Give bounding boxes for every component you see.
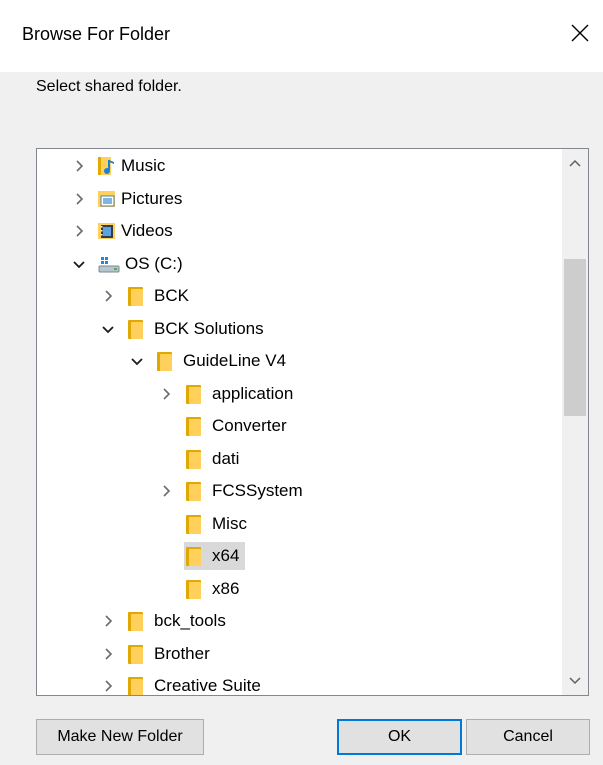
tree-item[interactable]: dati bbox=[37, 444, 562, 474]
tree-item[interactable]: Brother bbox=[37, 639, 562, 669]
tree-node[interactable]: Creative Suite bbox=[126, 672, 267, 695]
chevron-down-icon[interactable] bbox=[100, 314, 116, 344]
tree-node[interactable]: Videos bbox=[97, 217, 179, 245]
tree-item[interactable]: bck_tools bbox=[37, 606, 562, 636]
tree-item[interactable]: OS (C:) bbox=[37, 249, 562, 279]
tree-node[interactable]: Misc bbox=[184, 510, 253, 538]
cancel-button[interactable]: Cancel bbox=[466, 719, 590, 755]
pictures-library-icon bbox=[97, 188, 117, 210]
tree-item-label: Creative Suite bbox=[154, 676, 261, 695]
tree-item-label: BCK Solutions bbox=[154, 318, 264, 338]
tree-item-label: OS (C:) bbox=[125, 253, 183, 273]
tree-item-label: FCSSystem bbox=[212, 481, 303, 500]
tree-node[interactable]: bck_tools bbox=[126, 607, 232, 635]
close-icon bbox=[571, 24, 589, 42]
folder-icon bbox=[126, 643, 146, 665]
tree-item[interactable]: FCSSystem bbox=[37, 476, 562, 506]
tree-item[interactable]: GuideLine V4 bbox=[37, 346, 562, 376]
folder-icon bbox=[184, 513, 204, 535]
chevron-right-icon[interactable] bbox=[100, 639, 116, 669]
chevron-right-icon[interactable] bbox=[71, 151, 87, 181]
tree-item[interactable]: BCK bbox=[37, 281, 562, 311]
instructions-text: Select shared folder. bbox=[36, 78, 182, 95]
chevron-right-icon[interactable] bbox=[158, 476, 174, 506]
tree-node[interactable]: BCK Solutions bbox=[126, 315, 270, 343]
tree-node-selected[interactable]: x64 bbox=[184, 542, 246, 570]
chevron-up-icon bbox=[569, 159, 581, 167]
drive-icon bbox=[97, 253, 121, 275]
music-library-icon bbox=[97, 155, 117, 177]
folder-icon bbox=[184, 415, 204, 437]
tree-node[interactable]: FCSSystem bbox=[184, 477, 309, 505]
tree-item-label: Music bbox=[121, 156, 166, 175]
tree-item-label: Pictures bbox=[121, 188, 183, 208]
close-button[interactable] bbox=[557, 10, 603, 56]
tree-item-label: Misc bbox=[212, 513, 247, 533]
ok-button[interactable]: OK bbox=[337, 719, 462, 755]
chevron-right-icon[interactable] bbox=[100, 671, 116, 695]
chevron-right-icon[interactable] bbox=[71, 216, 87, 246]
folder-icon bbox=[184, 578, 204, 600]
tree-item-label: Videos bbox=[121, 221, 173, 240]
title-bar: Browse For Folder bbox=[0, 0, 603, 72]
chevron-right-icon[interactable] bbox=[71, 184, 87, 214]
tree-node[interactable]: Pictures bbox=[97, 185, 188, 213]
tree-item-label: x64 bbox=[212, 546, 240, 565]
folder-icon bbox=[184, 545, 204, 567]
folder-icon bbox=[184, 448, 204, 470]
make-new-folder-button[interactable]: Make New Folder bbox=[36, 719, 204, 755]
tree-item[interactable]: Pictures bbox=[37, 184, 562, 214]
tree-item[interactable]: Converter bbox=[37, 411, 562, 441]
tree-node[interactable]: x86 bbox=[184, 575, 245, 603]
tree-item[interactable]: BCK Solutions bbox=[37, 314, 562, 344]
tree-item[interactable]: x64 bbox=[37, 541, 562, 571]
folder-icon bbox=[184, 480, 204, 502]
browse-for-folder-dialog: Browse For Folder Select shared folder. … bbox=[0, 0, 603, 765]
tree-item-label: application bbox=[212, 383, 294, 403]
tree-item-label: BCK bbox=[154, 286, 189, 305]
window-title: Browse For Folder bbox=[22, 24, 171, 44]
folder-tree[interactable]: Music Pictures Videos OS (C:) BCK BCK Solutio… bbox=[36, 148, 589, 696]
chevron-right-icon[interactable] bbox=[100, 606, 116, 636]
chevron-right-icon[interactable] bbox=[100, 281, 116, 311]
tree-node[interactable]: Music bbox=[97, 152, 171, 180]
tree-node[interactable]: dati bbox=[184, 445, 245, 473]
folder-icon bbox=[126, 285, 146, 307]
tree-node[interactable]: Converter bbox=[184, 412, 293, 440]
chevron-down-icon bbox=[569, 677, 581, 685]
tree-node[interactable]: BCK bbox=[126, 282, 195, 310]
scroll-up-button[interactable] bbox=[562, 149, 588, 177]
chevron-down-icon[interactable] bbox=[129, 346, 145, 376]
tree-node[interactable]: Brother bbox=[126, 640, 216, 668]
tree-item-label: Brother bbox=[154, 643, 210, 663]
folder-icon bbox=[126, 318, 146, 340]
tree-item[interactable]: Videos bbox=[37, 216, 562, 246]
tree-item-label: Converter bbox=[212, 416, 287, 435]
folder-icon bbox=[155, 350, 175, 372]
tree-item[interactable]: Misc bbox=[37, 509, 562, 539]
scroll-down-button[interactable] bbox=[562, 667, 588, 695]
tree-item-label: GuideLine V4 bbox=[183, 351, 287, 370]
folder-icon bbox=[126, 675, 146, 695]
tree-item[interactable]: Creative Suite bbox=[37, 671, 562, 695]
vertical-scrollbar[interactable] bbox=[562, 149, 588, 695]
tree-item-label: bck_tools bbox=[154, 611, 226, 630]
tree-node[interactable]: OS (C:) bbox=[97, 250, 189, 278]
tree-item[interactable]: Music bbox=[37, 151, 562, 181]
chevron-down-icon[interactable] bbox=[71, 249, 87, 279]
tree-item[interactable]: application bbox=[37, 379, 562, 409]
tree-item[interactable]: x86 bbox=[37, 574, 562, 604]
tree-node[interactable]: application bbox=[184, 380, 299, 408]
tree-item-label: x86 bbox=[212, 578, 240, 598]
scroll-thumb[interactable] bbox=[564, 259, 586, 416]
tree-item-label: dati bbox=[212, 448, 240, 468]
folder-icon bbox=[126, 610, 146, 632]
tree-node[interactable]: GuideLine V4 bbox=[155, 347, 292, 375]
chevron-right-icon[interactable] bbox=[158, 379, 174, 409]
folder-icon bbox=[184, 383, 204, 405]
videos-library-icon bbox=[97, 220, 117, 242]
